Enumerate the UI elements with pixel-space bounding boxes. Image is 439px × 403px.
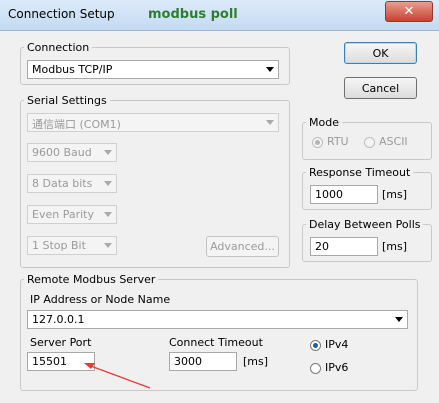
annotation-arrow-line [87,364,151,389]
annotation-arrow-head [84,363,95,369]
annotation-arrow [84,363,151,389]
